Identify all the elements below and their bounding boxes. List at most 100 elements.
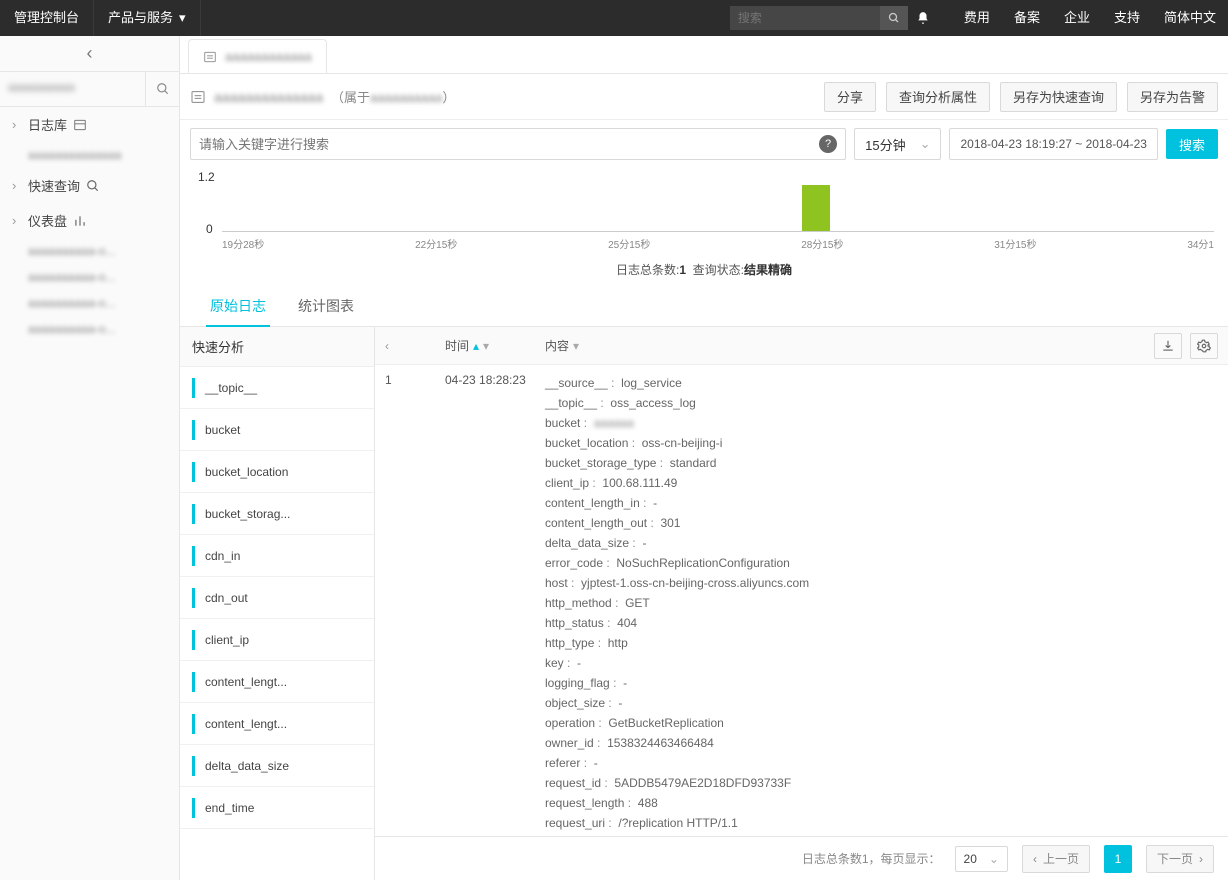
sidebar-dash-item[interactable]: aaaaaaaaaa-o...	[0, 264, 179, 290]
nav-beian[interactable]: 备案	[1002, 0, 1052, 36]
log-field: operation : GetBucketReplication	[545, 713, 1218, 733]
quick-analysis-panel: 快速分析 __topic__bucketbucket_locationbucke…	[180, 327, 375, 880]
log-field: request_uri : /?replication HTTP/1.1	[545, 813, 1218, 833]
x-tick: 19分28秒	[222, 236, 264, 251]
log-time: 04-23 18:28:23	[445, 373, 545, 387]
log-field: host : yjptest-1.oss-cn-beijing-cross.al…	[545, 573, 1218, 593]
sidebar-dash-item[interactable]: aaaaaaaaaa-o...	[0, 238, 179, 264]
prev-page-button[interactable]: ‹ 上一页	[1022, 845, 1090, 873]
console-link[interactable]: 管理控制台	[0, 0, 94, 36]
nav-fee[interactable]: 费用	[952, 0, 1002, 36]
chevron-down-icon: ▾	[179, 0, 186, 36]
header-row: aaaaaaaaaaaaaa （属于aaaaaaaaaa） 分享 查询分析属性 …	[180, 74, 1228, 120]
sidebar-dash-item[interactable]: aaaaaaaaaa-o...	[0, 290, 179, 316]
log-field: delta_data_size : -	[545, 533, 1218, 553]
x-tick: 22分15秒	[415, 236, 457, 251]
tab-stats[interactable]: 统计图表	[282, 286, 370, 326]
qa-field-item[interactable]: cdn_out	[180, 577, 374, 619]
next-page-button[interactable]: 下一页 ›	[1146, 845, 1214, 873]
col-content-header[interactable]: 内容 ▾	[545, 337, 1154, 354]
chevron-right-icon: ›	[1199, 852, 1203, 866]
query-input[interactable]	[199, 137, 819, 152]
products-menu[interactable]: 产品与服务 ▾	[94, 0, 201, 36]
chevron-left-icon[interactable]: ‹	[385, 339, 389, 353]
qa-field-item[interactable]: bucket_storag...	[180, 493, 374, 535]
status-line: 日志总条数:1 查询状态:结果精确	[180, 251, 1228, 286]
sidebar-collapse[interactable]: ‹	[0, 36, 179, 72]
page-size-select[interactable]: 20 ⌄	[955, 846, 1008, 872]
settings-button[interactable]	[1190, 333, 1218, 359]
chevron-left-icon: ‹	[87, 43, 93, 64]
chart-bar	[802, 185, 830, 231]
log-field: bucket_storage_type : standard	[545, 453, 1218, 473]
tab-strip: aaaaaaaaaaaa	[180, 36, 1228, 74]
log-pane: ‹ 时间 ▴▾ 内容 ▾	[375, 327, 1228, 880]
indicator-bar	[192, 672, 195, 692]
indicator-bar	[192, 462, 195, 482]
x-tick: 31分15秒	[994, 236, 1036, 251]
chevron-right-icon: ›	[12, 178, 22, 193]
qa-field-item[interactable]: end_time	[180, 787, 374, 829]
log-field: http_status : 404	[545, 613, 1218, 633]
time-select[interactable]: 15分钟 ⌄	[854, 128, 941, 160]
download-button[interactable]	[1154, 333, 1182, 359]
nav-company[interactable]: 企业	[1052, 0, 1102, 36]
gear-icon	[1197, 339, 1211, 353]
page-number[interactable]: 1	[1104, 845, 1132, 873]
sidebar-section-dashboard[interactable]: › 仪表盘	[0, 203, 179, 238]
log-field: key : -	[545, 653, 1218, 673]
nav-support[interactable]: 支持	[1102, 0, 1152, 36]
nav-lang[interactable]: 简体中文	[1152, 0, 1228, 36]
indicator-bar	[192, 420, 195, 440]
log-index: 1	[385, 373, 445, 387]
time-range[interactable]: 2018-04-23 18:19:27 ~ 2018-04-23	[949, 128, 1158, 160]
qa-field-item[interactable]: client_ip	[180, 619, 374, 661]
tab-raw-logs[interactable]: 原始日志	[194, 286, 282, 326]
share-button[interactable]: 分享	[824, 82, 876, 112]
qa-field-item[interactable]: bucket_location	[180, 451, 374, 493]
help-icon[interactable]: ?	[819, 135, 837, 153]
result-tabs: 原始日志 统计图表	[180, 286, 1228, 327]
log-field: error_code : NoSuchReplicationConfigurat…	[545, 553, 1218, 573]
col-time-header[interactable]: 时间 ▴▾	[445, 337, 545, 354]
pager-total: 日志总条数1，每页显示：	[802, 850, 941, 867]
notifications-button[interactable]	[916, 11, 952, 25]
tab-logstore[interactable]: aaaaaaaaaaaa	[188, 39, 327, 73]
chevron-right-icon: ›	[12, 213, 22, 228]
qa-field-item[interactable]: bucket	[180, 409, 374, 451]
log-field: client_ip : 100.68.111.49	[545, 473, 1218, 493]
query-attr-button[interactable]: 查询分析属性	[886, 82, 990, 112]
qa-field-item[interactable]: cdn_in	[180, 535, 374, 577]
logs-icon	[203, 50, 217, 64]
sidebar-search-button[interactable]	[145, 72, 179, 106]
log-field: http_type : http	[545, 633, 1218, 653]
indicator-bar	[192, 714, 195, 734]
global-search-button[interactable]	[880, 6, 908, 30]
log-field: bucket : aaaaaa	[545, 413, 1218, 433]
save-alert-button[interactable]: 另存为告警	[1127, 82, 1218, 112]
search-button[interactable]: 搜索	[1166, 129, 1218, 159]
save-quick-button[interactable]: 另存为快速查询	[1000, 82, 1117, 112]
x-tick: 28分15秒	[801, 236, 843, 251]
search-icon	[888, 12, 900, 24]
sidebar: ‹ aaaaaaaaaa › 日志库 aaaaaaaaaaaaaa › 快速查询…	[0, 36, 180, 880]
sidebar-section-quickquery[interactable]: › 快速查询	[0, 168, 179, 203]
main: aaaaaaaaaaaa aaaaaaaaaaaaaa （属于aaaaaaaaa…	[180, 36, 1228, 880]
y-tick: 0	[206, 222, 213, 236]
chevron-down-icon: ⌄	[920, 136, 931, 152]
sidebar-section-logstore[interactable]: › 日志库	[0, 107, 179, 142]
sidebar-logstore-item[interactable]: aaaaaaaaaaaaaa	[0, 142, 179, 168]
logstore-icon	[73, 118, 87, 132]
project-name-blur: aaaaaaaaaa	[0, 72, 145, 106]
log-field: bucket_location : oss-cn-beijing-i	[545, 433, 1218, 453]
indicator-bar	[192, 798, 195, 818]
log-body: 1 04-23 18:28:23 __source__ : log_servic…	[375, 365, 1228, 836]
qa-field-item[interactable]: delta_data_size	[180, 745, 374, 787]
qa-field-item[interactable]: content_lengt...	[180, 661, 374, 703]
topbar: 管理控制台 产品与服务 ▾ 费用 备案 企业 支持 简体中文	[0, 0, 1228, 36]
qa-field-item[interactable]: __topic__	[180, 367, 374, 409]
qa-field-item[interactable]: content_lengt...	[180, 703, 374, 745]
sidebar-dash-item[interactable]: aaaaaaaaaa-o...	[0, 316, 179, 342]
global-search-input[interactable]	[730, 6, 880, 30]
log-field: object_size : -	[545, 693, 1218, 713]
